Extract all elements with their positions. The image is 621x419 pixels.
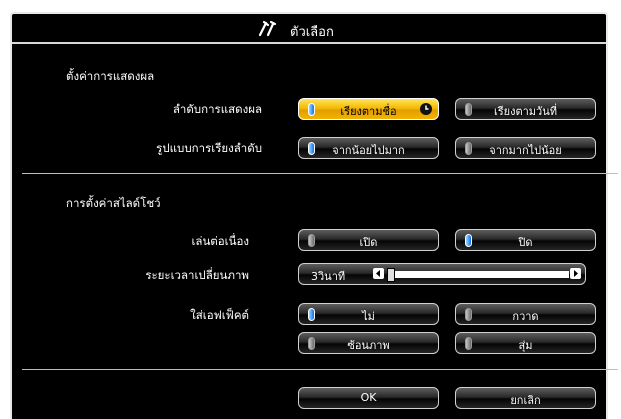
interval-label: ระยะเวลาเปลี่ยนภาพ: [145, 268, 249, 282]
arrow-right-icon[interactable]: [570, 268, 581, 279]
effect-random-button[interactable]: สุ่ม: [455, 332, 596, 354]
ok-label: OK: [360, 391, 377, 404]
effect-wipe-label: กวาด: [512, 310, 539, 323]
cancel-button[interactable]: ยกเลิก: [455, 387, 596, 409]
sort-order-label: รูปแบบการเรียงลำดับ: [156, 141, 262, 155]
continuous-off-button[interactable]: ปิด: [455, 229, 596, 251]
options-dialog: ตัวเลือก ตั้งค่าการแสดงผล ลำดับการแสดงผล…: [10, 12, 618, 419]
ok-button[interactable]: OK: [298, 387, 439, 409]
cancel-label: ยกเลิก: [510, 394, 541, 407]
divider: [22, 369, 618, 370]
continuous-play-label: เล่นต่อเนื่อง: [191, 234, 249, 248]
sort-by-name-button[interactable]: เรียงตามชื่อ: [298, 98, 439, 120]
display-order-label: ลำดับการแสดงผล: [172, 102, 262, 116]
slider-thumb[interactable]: [387, 268, 395, 282]
options-screen: ตัวเลือก ตั้งค่าการแสดงผล ลำดับการแสดงผล…: [0, 0, 621, 419]
effect-label: ใส่เอฟเฟ็คต์: [190, 308, 249, 322]
descending-button[interactable]: จากมากไปน้อย: [455, 137, 596, 159]
effect-dissolve-label: ซ้อนภาพ: [347, 339, 390, 352]
descending-label: จากมากไปน้อย: [489, 144, 562, 157]
arrow-left-icon[interactable]: [373, 268, 384, 279]
effect-dissolve-button[interactable]: ซ้อนภาพ: [298, 332, 439, 354]
effect-wipe-button[interactable]: กวาด: [455, 303, 596, 325]
continuous-on-label: เปิด: [359, 236, 378, 249]
interval-value: 3วินาที: [311, 270, 346, 283]
dialog-title: ตัวเลือก: [290, 25, 334, 40]
tools-icon: [258, 20, 277, 37]
effect-none-button[interactable]: ไม่: [298, 303, 439, 325]
sort-by-date-label: เรียงตามวันที่: [493, 105, 557, 118]
effect-random-label: สุ่ม: [518, 339, 533, 352]
section-title-slideshow: การตั้งค่าสไลด์โชว์: [66, 196, 161, 210]
effect-none-label: ไม่: [362, 310, 375, 323]
section-title-display: ตั้งค่าการแสดงผล: [66, 69, 155, 83]
ascending-label: จากน้อยไปมาก: [332, 144, 405, 157]
slider-track[interactable]: [387, 268, 569, 282]
divider: [22, 173, 618, 174]
title-bar: ตัวเลือก: [12, 14, 606, 44]
clock-icon: [420, 103, 432, 115]
interval-slider[interactable]: 3วินาที: [298, 263, 586, 285]
continuous-on-button[interactable]: เปิด: [298, 229, 439, 251]
sort-by-date-button[interactable]: เรียงตามวันที่: [455, 98, 596, 120]
ascending-button[interactable]: จากน้อยไปมาก: [298, 137, 439, 159]
sort-by-name-label: เรียงตามชื่อ: [340, 105, 397, 118]
continuous-off-label: ปิด: [518, 236, 533, 249]
